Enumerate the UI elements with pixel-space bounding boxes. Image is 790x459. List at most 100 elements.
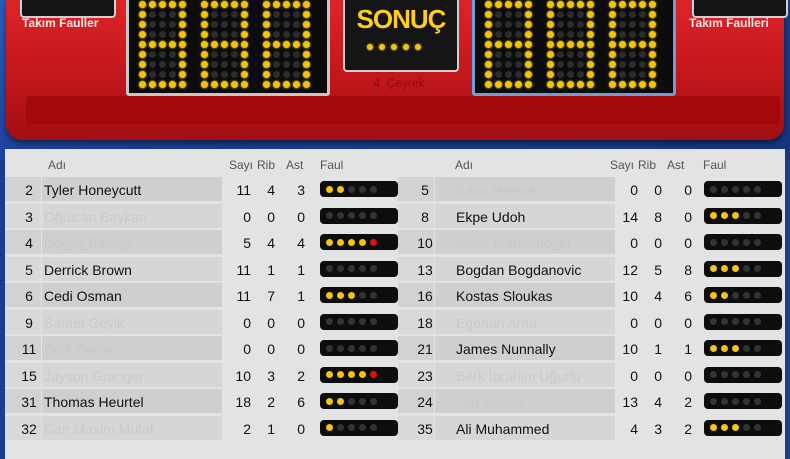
foul-indicator <box>320 181 398 197</box>
away-points-header: Sayı <box>610 158 635 172</box>
home-team-fouls-label: Takım Fauller <box>22 16 99 30</box>
player-number: 3 <box>25 208 33 225</box>
player-number: 35 <box>417 420 433 437</box>
player-name: Tyler Honeycutt <box>44 182 142 198</box>
player-assists: 2 <box>297 367 305 384</box>
player-assists: 3 <box>297 182 305 198</box>
player-name: Egehan Arna <box>456 314 537 331</box>
player-number: 16 <box>417 288 433 304</box>
away-player-row[interactable]: 10 Melih Mahmutoğlu 0 0 0 <box>398 230 785 256</box>
player-number: 23 <box>417 367 433 384</box>
foul-indicator <box>704 287 782 303</box>
away-player-row[interactable]: 5 Barış Hersek 0 0 0 <box>398 177 785 203</box>
player-number: 18 <box>417 314 433 331</box>
foul-indicator <box>320 366 398 383</box>
player-number: 21 <box>417 341 433 357</box>
away-player-row[interactable]: 24 Jan Vesely 13 4 2 <box>398 389 785 415</box>
player-name: Kostas Sloukas <box>456 288 553 304</box>
player-rebounds: 4 <box>654 394 662 410</box>
foul-indicator <box>704 181 782 197</box>
foul-indicator <box>704 393 782 409</box>
away-player-row[interactable]: 16 Kostas Sloukas 10 4 6 <box>398 283 785 309</box>
player-rebounds: 0 <box>654 182 662 198</box>
period-label: 4. Çeyrek <box>373 76 425 90</box>
player-rebounds: 3 <box>654 420 662 437</box>
player-number: 4 <box>25 235 33 251</box>
player-name: Doğuş Balbay <box>44 235 132 251</box>
home-player-row[interactable]: 15 Jayson Granger 10 3 2 <box>5 362 398 389</box>
player-assists: 0 <box>297 341 305 357</box>
home-player-row[interactable]: 11 Berk Demir 0 0 0 <box>5 336 398 362</box>
player-assists: 6 <box>297 394 305 410</box>
away-assists-header: Ast <box>667 158 685 172</box>
home-score-display <box>126 0 330 96</box>
foul-indicator <box>320 260 398 277</box>
player-name: Jan Vesely <box>456 394 524 410</box>
home-fouls-header: Faul <box>320 158 344 172</box>
foul-indicator <box>704 260 782 277</box>
foul-indicator <box>320 234 398 250</box>
away-player-row[interactable]: 23 Berk İbrahim Uğurlu 0 0 0 <box>398 362 785 389</box>
home-player-row[interactable]: 6 Cedi Osman 11 7 1 <box>5 283 398 309</box>
home-player-row[interactable]: 3 Oğulcan Baykan 0 0 0 <box>5 203 398 230</box>
foul-indicator <box>320 340 398 356</box>
player-name: James Nunnally <box>456 341 556 357</box>
home-player-row[interactable]: 4 Doğuş Balbay 5 4 4 <box>5 230 398 256</box>
player-points: 5 <box>243 235 251 251</box>
player-points: 0 <box>243 208 251 225</box>
home-name-header: Adı <box>48 158 67 172</box>
player-number: 32 <box>21 420 37 437</box>
scoreboard-strip <box>26 96 780 124</box>
foul-indicator <box>320 207 398 224</box>
home-player-row[interactable]: 31 Thomas Heurtel 18 2 6 <box>5 389 398 415</box>
player-number: 24 <box>417 394 433 410</box>
player-name: Ali Muhammed <box>456 420 550 437</box>
player-number: 5 <box>25 261 33 278</box>
away-player-row[interactable]: 13 Bogdan Bogdanovic 12 5 8 <box>398 256 785 283</box>
player-rebounds: 3 <box>267 367 275 384</box>
player-name: Samet Geyik <box>44 314 125 331</box>
home-assists-header: Ast <box>286 158 304 172</box>
home-score-digit <box>263 1 311 89</box>
player-assists: 0 <box>297 208 305 225</box>
home-points-header: Sayı <box>229 158 254 172</box>
home-player-row[interactable]: 2 Tyler Honeycutt 11 4 3 <box>5 177 398 203</box>
player-assists: 2 <box>684 394 692 410</box>
player-rebounds: 0 <box>654 314 662 331</box>
player-assists: 8 <box>684 261 692 278</box>
home-player-row[interactable]: 32 Can Maxim Mutaf 2 1 0 <box>5 415 398 442</box>
player-number: 15 <box>21 367 37 384</box>
player-number: 31 <box>21 394 37 410</box>
player-name: Ekpe Udoh <box>456 208 526 225</box>
player-name: Oğulcan Baykan <box>44 208 147 225</box>
player-rebounds: 0 <box>654 235 662 251</box>
foul-indicator <box>320 287 398 303</box>
foul-indicator <box>320 313 398 330</box>
player-name: Berk Demir <box>44 341 115 357</box>
away-rebounds-header: Rib <box>638 158 657 172</box>
player-rebounds: 0 <box>267 341 275 357</box>
player-name: Berk İbrahim Uğurlu <box>456 367 581 384</box>
player-assists: 0 <box>684 182 692 198</box>
foul-indicator <box>704 419 782 436</box>
player-name: Derrick Brown <box>44 261 132 278</box>
away-fouls-header: Faul <box>703 158 727 172</box>
player-rebounds: 8 <box>654 208 662 225</box>
away-player-row[interactable]: 8 Ekpe Udoh 14 8 0 <box>398 203 785 230</box>
away-player-row[interactable]: 35 Ali Muhammed 4 3 2 <box>398 415 785 442</box>
player-rebounds: 4 <box>654 288 662 304</box>
player-assists: 2 <box>684 420 692 437</box>
away-player-row[interactable]: 21 James Nunnally 10 1 1 <box>398 336 785 362</box>
player-name: Can Maxim Mutaf <box>44 420 154 437</box>
player-rebounds: 0 <box>267 208 275 225</box>
player-number: 5 <box>421 182 429 198</box>
foul-indicator <box>320 393 398 409</box>
away-player-row[interactable]: 18 Egehan Arna 0 0 0 <box>398 309 785 336</box>
foul-indicator <box>704 313 782 330</box>
home-player-row[interactable]: 5 Derrick Brown 11 1 1 <box>5 256 398 283</box>
home-player-row[interactable]: 9 Samet Geyik 0 0 0 <box>5 309 398 336</box>
player-assists: 0 <box>684 367 692 384</box>
player-points: 0 <box>243 341 251 357</box>
player-assists: 0 <box>297 420 305 437</box>
player-number: 10 <box>417 235 433 251</box>
